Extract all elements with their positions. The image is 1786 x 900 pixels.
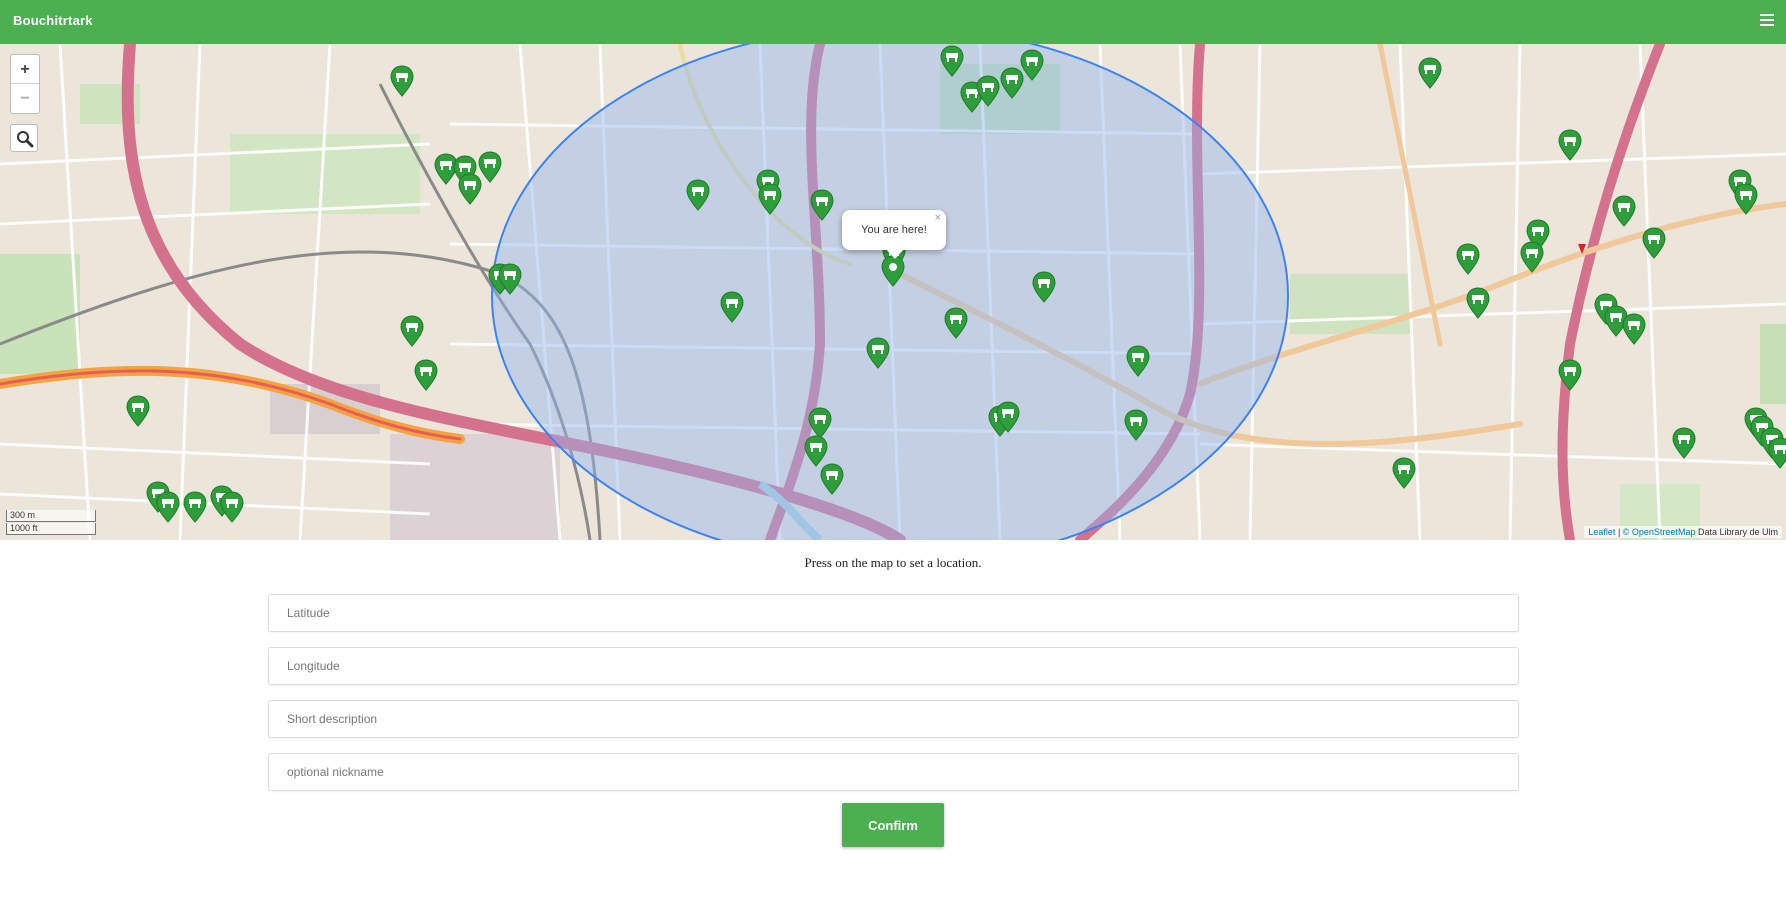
green-marker-icon[interactable] bbox=[944, 307, 968, 339]
green-marker-icon[interactable] bbox=[1456, 243, 1480, 275]
green-marker-icon[interactable] bbox=[1672, 427, 1696, 459]
leaflet-link[interactable]: Leaflet bbox=[1588, 527, 1615, 537]
green-marker-icon[interactable] bbox=[758, 183, 782, 215]
green-marker-icon[interactable] bbox=[183, 491, 207, 523]
green-marker-icon[interactable] bbox=[804, 435, 828, 467]
magnifier-icon bbox=[17, 131, 34, 148]
green-marker-icon[interactable] bbox=[156, 491, 180, 523]
map-hint: Press on the map to set a location. bbox=[804, 555, 982, 570]
map[interactable]: + − You are here! × 300 m 1000 ft Leafle… bbox=[0, 44, 1786, 540]
green-marker-icon[interactable] bbox=[126, 395, 150, 427]
map-attribution: Leaflet | © OpenStreetMap Data Library d… bbox=[1584, 526, 1782, 538]
tiles-credit: Data Library de Ulm bbox=[1697, 527, 1778, 537]
zoom-in-button[interactable]: + bbox=[11, 55, 39, 84]
green-marker-icon[interactable] bbox=[686, 179, 710, 211]
popup-text: You are here! bbox=[861, 224, 927, 236]
green-marker-icon[interactable] bbox=[1558, 129, 1582, 161]
osm-link[interactable]: © OpenStreetMap bbox=[1623, 527, 1696, 537]
green-marker-icon[interactable] bbox=[1612, 195, 1636, 227]
green-marker-icon[interactable] bbox=[1466, 287, 1490, 319]
green-marker-icon[interactable] bbox=[1392, 457, 1416, 489]
confirm-button[interactable]: Confirm bbox=[842, 803, 944, 847]
nickname-input[interactable] bbox=[268, 753, 1519, 791]
green-marker-icon[interactable] bbox=[434, 153, 458, 185]
current-location-marker-icon[interactable] bbox=[881, 255, 905, 287]
map-scale: 300 m 1000 ft bbox=[6, 510, 96, 536]
green-marker-icon[interactable] bbox=[866, 337, 890, 369]
location-popup: You are here! × bbox=[842, 210, 946, 259]
green-marker-icon[interactable] bbox=[808, 407, 832, 439]
red-poi-icon bbox=[1578, 244, 1586, 254]
scale-imperial: 1000 ft bbox=[6, 523, 96, 535]
green-marker-icon[interactable] bbox=[1020, 49, 1044, 81]
green-marker-icon[interactable] bbox=[1520, 241, 1544, 273]
longitude-input[interactable] bbox=[268, 647, 1519, 685]
green-marker-icon[interactable] bbox=[1032, 271, 1056, 303]
green-marker-icon[interactable] bbox=[1622, 313, 1646, 345]
green-marker-icon[interactable] bbox=[820, 463, 844, 495]
green-marker-icon[interactable] bbox=[1000, 67, 1024, 99]
popup-close-button[interactable]: × bbox=[935, 198, 941, 238]
hamburger-menu-icon[interactable] bbox=[1760, 14, 1774, 28]
green-marker-icon[interactable] bbox=[1734, 183, 1758, 215]
green-marker-icon[interactable] bbox=[720, 291, 744, 323]
green-marker-icon[interactable] bbox=[458, 173, 482, 205]
green-marker-icon[interactable] bbox=[478, 151, 502, 183]
green-marker-icon[interactable] bbox=[220, 491, 244, 523]
green-marker-icon[interactable] bbox=[810, 189, 834, 221]
green-marker-icon[interactable] bbox=[1126, 345, 1150, 377]
scale-metric: 300 m bbox=[6, 510, 96, 522]
green-marker-icon[interactable] bbox=[1418, 57, 1442, 89]
green-marker-icon[interactable] bbox=[1124, 409, 1148, 441]
top-navbar: Bouchitrtark bbox=[0, 0, 1786, 44]
green-marker-icon[interactable] bbox=[940, 45, 964, 77]
green-marker-icon[interactable] bbox=[1642, 227, 1666, 259]
green-marker-icon[interactable] bbox=[1768, 437, 1786, 469]
green-marker-icon[interactable] bbox=[1558, 359, 1582, 391]
green-marker-icon[interactable] bbox=[414, 359, 438, 391]
description-input[interactable] bbox=[268, 700, 1519, 738]
app-brand[interactable]: Bouchitrtark bbox=[13, 13, 93, 28]
latitude-input[interactable] bbox=[268, 594, 1519, 632]
green-marker-icon[interactable] bbox=[390, 65, 414, 97]
green-marker-icon[interactable] bbox=[400, 315, 424, 347]
locate-button[interactable] bbox=[10, 124, 38, 152]
zoom-out-button[interactable]: − bbox=[11, 84, 39, 113]
marker-layer bbox=[126, 45, 1786, 523]
zoom-control: + − bbox=[10, 54, 40, 114]
